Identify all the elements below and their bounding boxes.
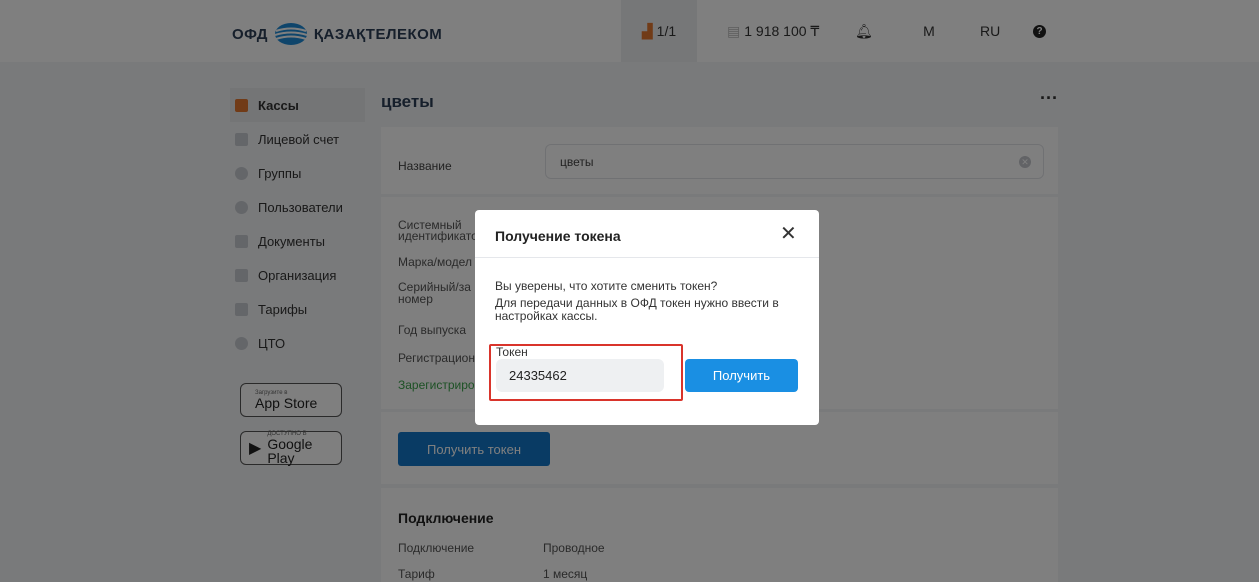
dialog-question: Вы уверены, что хотите сменить токен? (495, 279, 718, 293)
close-icon[interactable]: ✕ (780, 224, 797, 244)
receive-token-button[interactable]: Получить (685, 359, 798, 392)
divider (475, 257, 819, 258)
token-input-value: 24335462 (509, 368, 567, 383)
dialog-title: Получение токена (495, 228, 621, 244)
dialog-note: Для передачи данных в ОФД токен нужно вв… (495, 296, 779, 323)
token-dialog: Получение токена ✕ Вы уверены, что хотит… (475, 210, 819, 425)
token-label: Токен (496, 345, 528, 359)
token-input[interactable]: 24335462 (496, 359, 664, 392)
